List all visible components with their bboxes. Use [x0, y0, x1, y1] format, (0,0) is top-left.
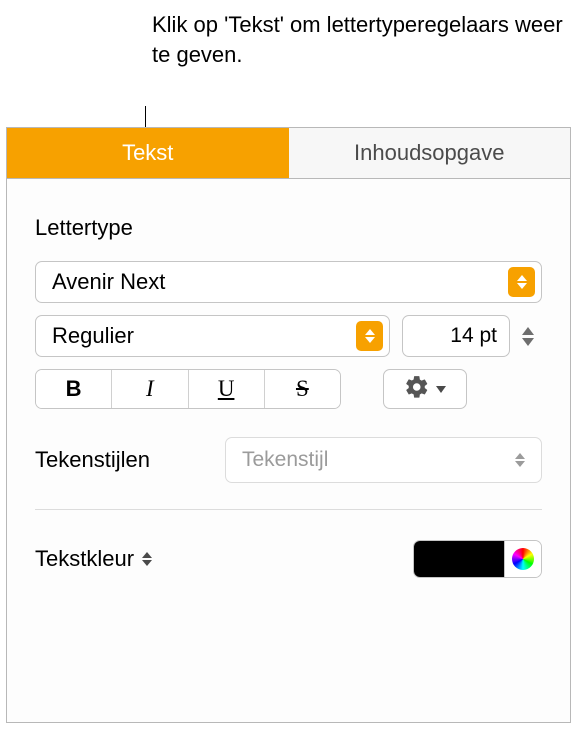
color-wheel-button[interactable]	[505, 541, 541, 577]
character-style-label: Tekenstijlen	[35, 447, 205, 473]
inspector-panel: Tekst Inhoudsopgave Lettertype Avenir Ne…	[6, 127, 571, 723]
character-style-row: Tekenstijlen Tekenstijl	[35, 437, 542, 483]
tab-toc[interactable]: Inhoudsopgave	[289, 128, 571, 178]
style-buttons-row: B I U S	[35, 369, 542, 409]
advanced-options-button[interactable]	[383, 369, 467, 409]
text-style-segment: B I U S	[35, 369, 341, 409]
font-section-label: Lettertype	[35, 215, 542, 241]
character-style-select[interactable]: Tekenstijl	[225, 437, 542, 483]
tab-text-label: Tekst	[122, 140, 173, 166]
tab-text[interactable]: Tekst	[7, 128, 289, 178]
text-color-label-group: Tekstkleur	[35, 546, 152, 572]
chevron-up-icon	[522, 327, 534, 335]
chevron-down-icon	[522, 338, 534, 346]
popup-arrows-icon	[356, 321, 383, 351]
font-weight-select[interactable]: Regulier	[35, 315, 390, 357]
tab-bar: Tekst Inhoudsopgave	[7, 128, 570, 179]
divider	[35, 509, 542, 510]
text-color-label: Tekstkleur	[35, 546, 134, 572]
font-weight-value: Regulier	[52, 323, 356, 349]
gear-icon	[404, 374, 430, 405]
text-color-picker[interactable]	[413, 540, 542, 578]
font-weight-row: Regulier 14 pt	[35, 315, 542, 357]
popup-arrows-icon	[515, 453, 525, 467]
tab-toc-label: Inhoudsopgave	[354, 140, 504, 166]
strikethrough-button[interactable]: S	[265, 370, 340, 408]
text-color-row: Tekstkleur	[35, 540, 542, 578]
callout-text: Klik op 'Tekst' om lettertyperegelaars w…	[152, 10, 577, 69]
color-wheel-icon	[512, 548, 534, 570]
popup-arrows-icon[interactable]	[142, 552, 152, 566]
character-style-placeholder: Tekenstijl	[242, 448, 515, 472]
underline-button[interactable]: U	[189, 370, 265, 408]
font-size-field[interactable]: 14 pt	[402, 315, 510, 357]
chevron-down-icon	[436, 386, 446, 393]
panel-content: Lettertype Avenir Next Regulier 14 pt	[7, 179, 570, 598]
font-family-value: Avenir Next	[52, 269, 508, 295]
font-size-stepper[interactable]	[522, 317, 542, 355]
color-swatch[interactable]	[414, 541, 504, 577]
bold-button[interactable]: B	[36, 370, 112, 408]
italic-button[interactable]: I	[112, 370, 188, 408]
font-size-value: 14 pt	[450, 324, 497, 348]
popup-arrows-icon	[508, 267, 535, 297]
font-family-select[interactable]: Avenir Next	[35, 261, 542, 303]
